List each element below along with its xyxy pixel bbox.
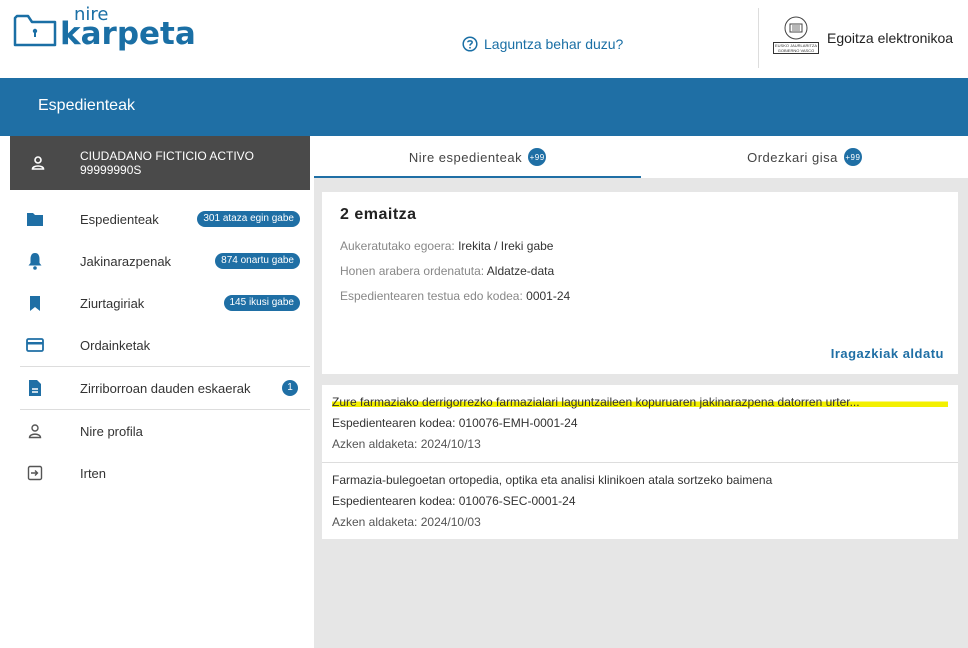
section-title: Espedienteak xyxy=(38,97,135,114)
filter-text-key: Espedientearen testua edo kodea: xyxy=(340,289,523,303)
file-date: Azken aldaketa: 2024/10/13 xyxy=(332,437,481,451)
bell-icon xyxy=(10,252,60,270)
sidebar-item-irten[interactable]: Irten xyxy=(10,452,310,494)
sidebar-item-label: Espedienteak xyxy=(80,211,159,227)
filter-status-row: Aukeratutako egoera: Irekita / Ireki gab… xyxy=(340,239,553,253)
status-badge: 145 ikusi gabe xyxy=(223,295,300,311)
filter-status-value: Irekita / Ireki gabe xyxy=(458,239,554,253)
logo-karpeta: karpeta xyxy=(60,16,196,52)
user-info: CIUDADANO FICTICIO ACTIVO 99999990S xyxy=(10,136,310,190)
file-code: Espedientearen kodea: 010076-EMH-0001-24 xyxy=(332,416,578,430)
file-code: Espedientearen kodea: 010076-SEC-0001-24 xyxy=(332,494,576,508)
gv-logo-text: EUSKO JAURLARITZA GOBIERNO VASCO xyxy=(773,42,819,54)
filter-order-value: Aldatze-data xyxy=(486,264,555,278)
filter-text-value: 0001-24 xyxy=(526,289,571,303)
sidebar-item-label: Nire profila xyxy=(80,423,143,439)
gobierno-vasco-logo: EUSKO JAURLARITZA GOBIERNO VASCO xyxy=(773,15,819,61)
egoitza-link[interactable]: EUSKO JAURLARITZA GOBIERNO VASCO Egoitza… xyxy=(758,8,953,68)
tab-count-badge: +99 xyxy=(843,148,862,166)
top-header: nire karpeta Laguntza behar duzu? EUSKO … xyxy=(0,0,968,78)
help-label: Laguntza behar duzu? xyxy=(484,36,624,52)
results-summary-card: 2 emaitza Aukeratutako egoera: Irekita /… xyxy=(322,192,958,374)
credit-card-icon xyxy=(10,338,60,352)
sidebar-item-label: Ordainketak xyxy=(80,337,151,353)
tab-label: Nire espedienteak xyxy=(408,149,523,165)
results-count: 2 emaitza xyxy=(340,206,417,223)
user-fullname: CIUDADANO FICTICIO ACTIVO xyxy=(80,149,255,163)
sidebar-item-jakinarazpenak[interactable]: Jakinarazpenak 874 onartu gabe xyxy=(10,240,310,282)
user-icon xyxy=(16,155,60,171)
filter-order-key: Honen arabera ordenatuta: xyxy=(340,264,485,278)
status-badge: 874 onartu gabe xyxy=(215,253,300,269)
sidebar-item-ordainketak[interactable]: Ordainketak xyxy=(10,324,310,366)
folder-logo-icon xyxy=(12,12,58,53)
user-icon xyxy=(10,423,60,439)
file-date: Azken aldaketa: 2024/10/03 xyxy=(332,515,481,529)
sidebar-item-label: Jakinarazpenak xyxy=(80,253,172,269)
sidebar: CIUDADANO FICTICIO ACTIVO 99999990S Espe… xyxy=(10,136,310,500)
tab-label: Ordezkari gisa xyxy=(747,149,838,165)
help-link[interactable]: Laguntza behar duzu? xyxy=(462,36,623,52)
folder-icon xyxy=(10,211,60,227)
section-band: Espedienteak xyxy=(0,78,968,136)
sidebar-item-ziurtagiriak[interactable]: Ziurtagiriak 145 ikusi gabe xyxy=(10,282,310,324)
file-list: Zure farmaziako derrigorrezko farmaziala… xyxy=(322,385,958,539)
user-name: CIUDADANO FICTICIO ACTIVO 99999990S xyxy=(80,149,254,177)
sidebar-item-zirriborroak[interactable]: Zirriborroan dauden eskaerak 1 xyxy=(10,367,310,409)
filter-order-row: Honen arabera ordenatuta: Aldatze-data xyxy=(340,264,554,278)
sidebar-item-espedienteak[interactable]: Espedienteak 301 ataza egin gabe xyxy=(10,198,310,240)
filter-text-row: Espedientearen testua edo kodea: 0001-24 xyxy=(340,289,570,303)
document-icon xyxy=(10,379,60,397)
tab-bar: Nire espedienteak +99 Ordezkari gisa +99 xyxy=(314,136,968,178)
user-id: 99999990S xyxy=(80,163,142,177)
sidebar-item-label: Irten xyxy=(80,465,107,481)
egoitza-label: Egoitza elektronikoa xyxy=(827,30,954,46)
tab-nire-espedienteak[interactable]: Nire espedienteak +99 xyxy=(314,136,641,178)
sidebar-item-label: Zirriborroan dauden eskaerak xyxy=(80,380,251,396)
status-badge: 1 xyxy=(282,380,298,396)
tab-ordezkari-gisa[interactable]: Ordezkari gisa +99 xyxy=(641,136,968,178)
filter-status-key: Aukeratutako egoera: xyxy=(340,239,455,253)
help-icon xyxy=(462,36,478,52)
list-item[interactable]: Zure farmaziako derrigorrezko farmaziala… xyxy=(322,385,958,462)
nire-karpeta-logo[interactable]: nire karpeta xyxy=(10,4,200,54)
tab-count-badge: +99 xyxy=(528,148,547,166)
list-item[interactable]: Farmazia-bulegoetan ortopedia, optika et… xyxy=(322,462,958,539)
logout-icon xyxy=(10,465,60,481)
sidebar-item-nire-profila[interactable]: Nire profila xyxy=(10,410,310,452)
sidebar-item-label: Ziurtagiriak xyxy=(80,295,145,311)
file-title: Zure farmaziako derrigorrezko farmaziala… xyxy=(332,395,948,409)
file-title: Farmazia-bulegoetan ortopedia, optika et… xyxy=(332,473,773,487)
status-badge: 301 ataza egin gabe xyxy=(197,211,300,227)
change-filters-link[interactable]: Iragazkiak aldatu xyxy=(831,346,944,361)
bookmark-icon xyxy=(10,295,60,312)
